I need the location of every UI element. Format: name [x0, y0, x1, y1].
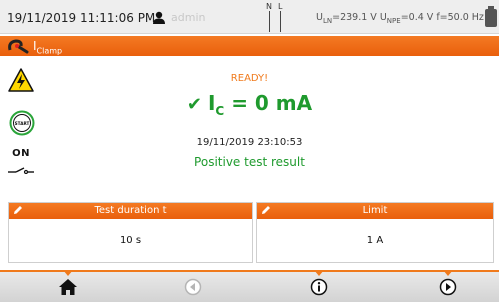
- back-button[interactable]: [163, 272, 223, 302]
- test-duration-label: Test duration t: [94, 205, 167, 216]
- clamp-probe-icon: [6, 38, 30, 58]
- info-button[interactable]: [289, 272, 349, 302]
- bottom-nav: [0, 270, 499, 302]
- home-button[interactable]: [38, 272, 98, 302]
- limit-panel[interactable]: Limit 1 A: [256, 202, 494, 263]
- voltage-readout: ULN=239.1 V UNPE=0.4 V f=50.0 Hz: [316, 12, 484, 25]
- back-icon: [184, 278, 202, 296]
- start-label: START: [15, 121, 30, 126]
- username[interactable]: admin: [171, 11, 205, 24]
- test-duration-panel[interactable]: Test duration t 10 s: [8, 202, 253, 263]
- limit-header: Limit: [257, 203, 493, 219]
- pencil-icon: [261, 205, 271, 221]
- info-icon: [310, 278, 328, 296]
- phase-n-label: N: [266, 2, 272, 11]
- page-title: IClamp: [33, 39, 63, 56]
- datetime: 19/11/2019 11:11:06 PM: [7, 11, 156, 25]
- status-ready: READY!: [230, 73, 269, 84]
- status-bar: 19/11/2019 11:11:06 PM admin N L ULN=239…: [0, 0, 499, 34]
- test-duration-header: Test duration t: [9, 203, 252, 219]
- title-bar: IClamp: [0, 36, 499, 56]
- pencil-icon: [13, 205, 23, 221]
- measurement-result: ✔ IC = 0 mA: [186, 91, 313, 118]
- limit-value: 1 A: [366, 235, 384, 246]
- battery-icon: [485, 6, 497, 27]
- phase-indicator-icon: N L: [266, 2, 290, 32]
- phase-l-label: L: [278, 2, 283, 11]
- limit-label: Limit: [362, 205, 388, 216]
- forward-button[interactable]: [418, 272, 478, 302]
- user-icon[interactable]: [152, 10, 166, 29]
- check-icon: ✔: [186, 94, 202, 115]
- home-icon: [59, 279, 77, 295]
- test-duration-value: 10 s: [119, 235, 142, 246]
- forward-icon: [439, 278, 457, 296]
- measurement-timestamp: 19/11/2019 23:10:53: [196, 137, 303, 148]
- test-verdict: Positive test result: [194, 155, 305, 169]
